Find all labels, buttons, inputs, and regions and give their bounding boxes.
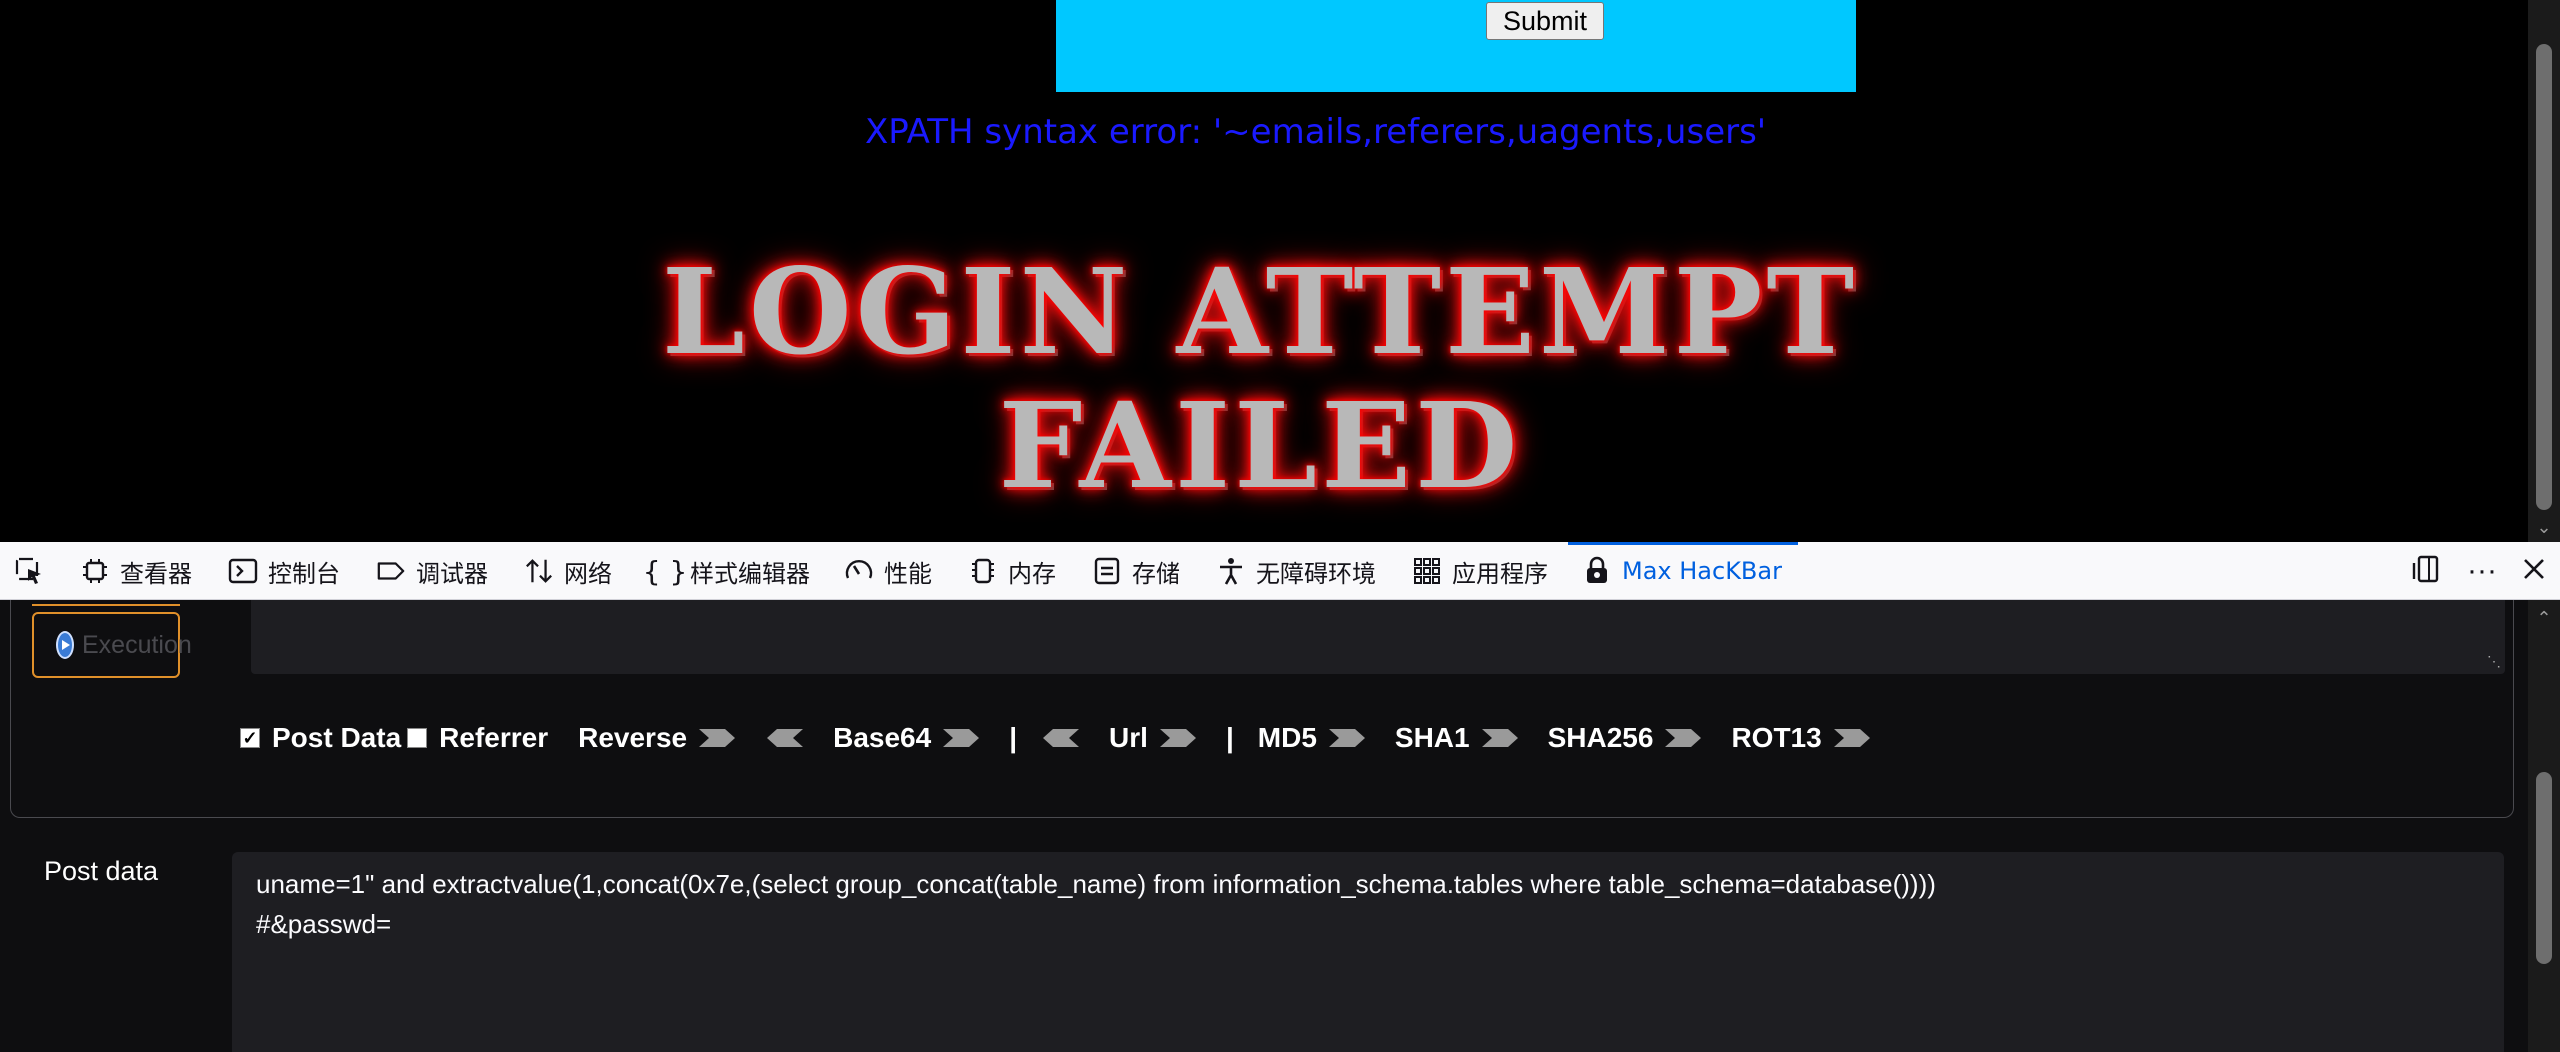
tab-storage[interactable]: 存储 xyxy=(1092,542,1180,600)
login-failed-banner: LOGIN ATTEMPT FAILED xyxy=(600,228,1920,528)
post-data-checkbox[interactable]: ✓ xyxy=(240,728,260,748)
application-icon xyxy=(1412,556,1442,586)
load-url-button-edge xyxy=(32,600,180,606)
arrow-left-icon[interactable] xyxy=(765,727,805,749)
tab-label: 存储 xyxy=(1132,559,1180,588)
accessibility-icon xyxy=(1216,556,1246,586)
page-viewport: Submit XPATH syntax error: '~emails,refe… xyxy=(0,0,2528,542)
tab-label: 无障碍环境 xyxy=(1256,559,1376,588)
scroll-up-arrow-icon[interactable]: ⌃ xyxy=(2528,608,2560,629)
sha256-button[interactable]: SHA256 xyxy=(1548,722,1654,754)
more-options-icon: ··· xyxy=(2467,554,2497,587)
storage-icon xyxy=(1092,556,1122,586)
inspector-icon xyxy=(80,556,110,586)
play-icon xyxy=(56,631,74,659)
dock-side-icon xyxy=(2411,554,2441,589)
page-scrollbar[interactable]: ⌄ xyxy=(2528,0,2560,542)
sha256-arrow-right-icon[interactable] xyxy=(1663,727,1703,749)
rot13-arrow-right-icon[interactable] xyxy=(1832,727,1872,749)
xpath-error-message: XPATH syntax error: '~emails,referers,ua… xyxy=(865,112,1767,152)
tab-label: 内存 xyxy=(1008,559,1056,588)
login-form-box xyxy=(1056,0,1856,92)
element-picker-icon xyxy=(14,556,44,586)
submit-button[interactable]: Submit xyxy=(1486,2,1604,40)
tab-label: 样式编辑器 xyxy=(690,559,810,588)
tab-application[interactable]: 应用程序 xyxy=(1412,542,1548,600)
tab-network[interactable]: 网络 xyxy=(524,542,612,600)
resize-grip-icon[interactable]: ⋱ xyxy=(2487,653,2501,670)
reverse-button[interactable]: Reverse xyxy=(578,722,687,754)
scroll-down-arrow-icon[interactable]: ⌄ xyxy=(2528,517,2560,538)
execute-label: Execution xyxy=(82,630,192,659)
hackbar-panel: ⋱ Execution ✓ Post Data Referrer Reverse… xyxy=(0,600,2528,1052)
tab-label: 调试器 xyxy=(416,559,488,588)
tab-label: 网络 xyxy=(564,559,612,588)
sha1-arrow-right-icon[interactable] xyxy=(1480,727,1520,749)
memory-icon xyxy=(968,556,998,586)
hackbar-icon xyxy=(1582,556,1612,586)
url-arrow-left-icon[interactable] xyxy=(1041,727,1081,749)
post-data-textarea[interactable]: uname=1" and extractvalue(1,concat(0x7e,… xyxy=(232,852,2504,1052)
banner-line-1: LOGIN ATTEMPT xyxy=(661,242,1859,381)
performance-icon xyxy=(844,556,874,586)
md5-arrow-right-icon[interactable] xyxy=(1327,727,1367,749)
separator: | xyxy=(1009,722,1018,753)
tab-max-hackbar[interactable]: Max HacKBar xyxy=(1582,542,1782,600)
post-data-option-label: Post Data xyxy=(272,722,402,753)
page-scrollbar-thumb[interactable] xyxy=(2536,44,2552,510)
console-icon xyxy=(228,556,258,586)
reverse-arrow-right-icon[interactable] xyxy=(697,727,737,749)
url-textarea[interactable]: ⋱ xyxy=(251,600,2505,674)
banner-line-2: FAILED xyxy=(998,376,1522,515)
dock-side-button[interactable] xyxy=(2406,542,2446,600)
tab-debugger[interactable]: 调试器 xyxy=(376,542,488,600)
hackbar-options-row: ✓ Post Data Referrer Reverse Base64 | Ur… xyxy=(240,718,1900,758)
hackbar-url-section: ⋱ xyxy=(10,600,2514,818)
devtools-toolbar: 查看器 控制台 调试器 网络 { } 样式编辑器 性能 内存 存储 无障碍环境 … xyxy=(0,542,2560,600)
tab-label: 查看器 xyxy=(120,559,192,588)
debugger-icon xyxy=(376,556,406,586)
post-data-label: Post data xyxy=(44,856,159,886)
referrer-checkbox[interactable] xyxy=(407,728,428,748)
separator: | xyxy=(1225,722,1234,753)
rot13-button[interactable]: ROT13 xyxy=(1731,722,1821,754)
execute-button[interactable]: Execution xyxy=(32,612,192,678)
md5-button[interactable]: MD5 xyxy=(1258,722,1317,754)
network-icon xyxy=(524,556,554,586)
more-options-button[interactable]: ··· xyxy=(2462,542,2502,600)
url-button[interactable]: Url xyxy=(1109,722,1148,754)
element-picker-button[interactable] xyxy=(14,542,44,600)
hackbar-scrollbar-thumb[interactable] xyxy=(2536,772,2552,964)
tab-style-editor[interactable]: { } 样式编辑器 xyxy=(642,542,810,600)
base64-arrow-right-icon[interactable] xyxy=(941,727,981,749)
referrer-option-label: Referrer xyxy=(439,722,549,753)
sha1-button[interactable]: SHA1 xyxy=(1395,722,1470,754)
tab-performance[interactable]: 性能 xyxy=(844,542,932,600)
tab-inspector[interactable]: 查看器 xyxy=(80,542,192,600)
close-icon xyxy=(2521,556,2547,587)
tab-console[interactable]: 控制台 xyxy=(228,542,340,600)
tab-label: 性能 xyxy=(884,559,932,588)
tab-accessibility[interactable]: 无障碍环境 xyxy=(1216,542,1376,600)
tab-label: 控制台 xyxy=(268,559,340,588)
tab-memory[interactable]: 内存 xyxy=(968,542,1056,600)
hackbar-scrollbar[interactable]: ⌃ xyxy=(2528,600,2560,1052)
close-devtools-button[interactable] xyxy=(2514,542,2554,600)
tab-label: 应用程序 xyxy=(1452,559,1548,588)
url-arrow-right-icon[interactable] xyxy=(1158,727,1198,749)
style-editor-icon: { } xyxy=(642,554,688,588)
tab-label: Max HacKBar xyxy=(1622,557,1782,585)
base64-button[interactable]: Base64 xyxy=(833,722,931,754)
